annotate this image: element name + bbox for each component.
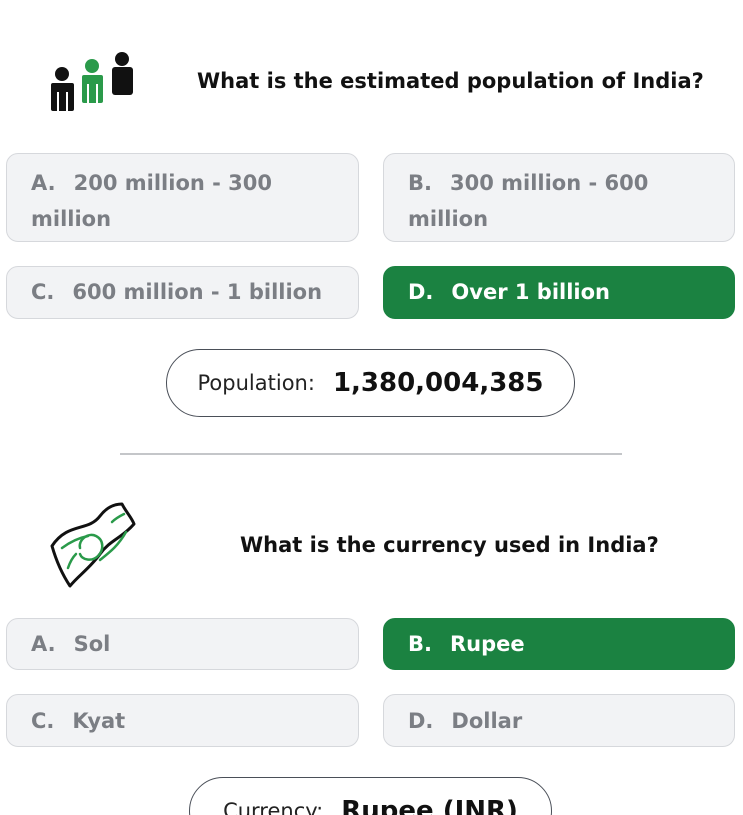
option-letter: B. (408, 171, 432, 195)
answer-label: Currency: (223, 799, 324, 815)
option-letter: B. (408, 632, 432, 656)
option-b[interactable]: B. Rupee (383, 618, 735, 670)
answer-pill: Population: 1,380,004,385 (166, 349, 575, 417)
option-letter: A. (31, 632, 56, 656)
answer-pill: Currency: Rupee (INR) (189, 777, 552, 815)
answer-value: Rupee (INR) (341, 796, 518, 815)
option-c[interactable]: C. 600 million - 1 billion (6, 266, 359, 319)
divider (120, 453, 622, 455)
money-bill-icon (48, 502, 136, 588)
option-a[interactable]: A. 200 million - 300 million (6, 153, 359, 242)
option-label: 600 million - 1 billion (72, 280, 323, 304)
option-label: 200 million - 300 million (31, 171, 272, 231)
question-title: What is the currency used in India? (240, 533, 659, 557)
option-d[interactable]: D. Dollar (383, 694, 735, 747)
option-letter: D. (408, 709, 434, 733)
option-letter: D. (408, 280, 434, 304)
option-b[interactable]: B. 300 million - 600 million (383, 153, 735, 242)
quiz-page: What is the estimated population of Indi… (0, 0, 743, 815)
option-letter: A. (31, 171, 56, 195)
people-icon (46, 50, 138, 114)
answer-label: Population: (197, 371, 315, 395)
option-label: Over 1 billion (451, 280, 610, 304)
option-label: Sol (73, 632, 111, 656)
option-c[interactable]: C. Kyat (6, 694, 359, 747)
option-d[interactable]: D. Over 1 billion (383, 266, 735, 319)
option-label: 300 million - 600 million (408, 171, 649, 231)
option-label: Dollar (451, 709, 523, 733)
option-letter: C. (31, 709, 55, 733)
option-label: Kyat (72, 709, 126, 733)
option-label: Rupee (449, 632, 525, 656)
question-title: What is the estimated population of Indi… (197, 69, 704, 93)
answer-value: 1,380,004,385 (332, 368, 544, 398)
option-letter: C. (31, 280, 55, 304)
option-a[interactable]: A. Sol (6, 618, 359, 670)
